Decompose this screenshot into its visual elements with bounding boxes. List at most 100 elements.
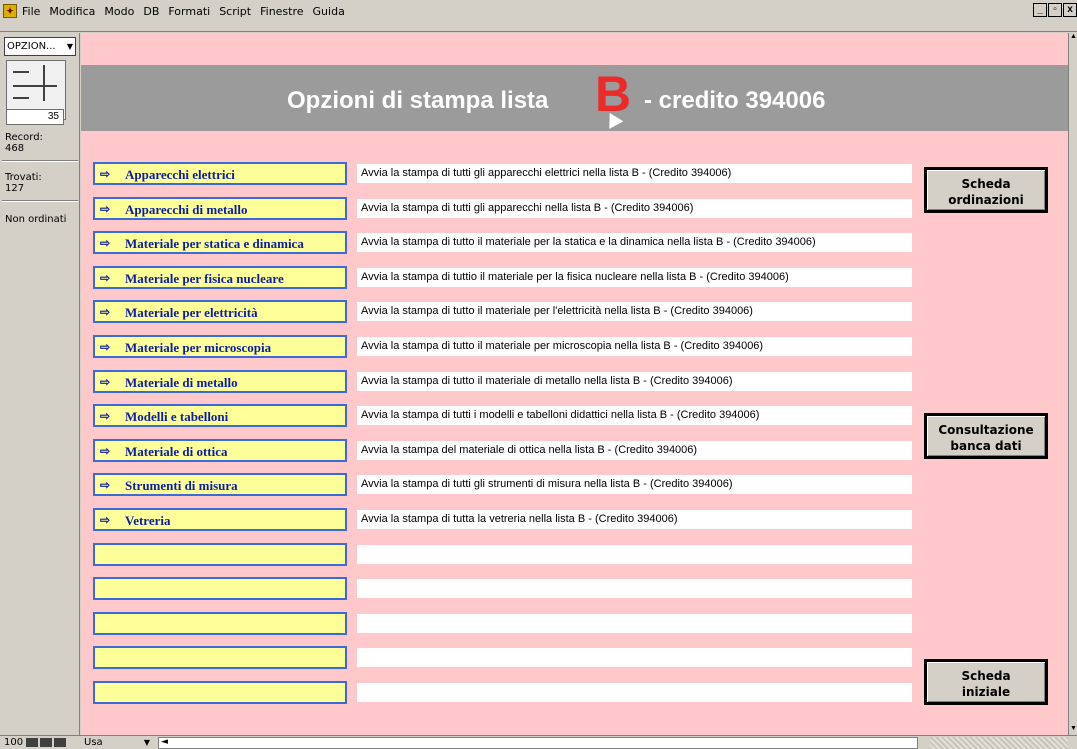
right-arrow-icon: ⇨ bbox=[100, 340, 111, 354]
option-label: Materiale per statica e dinamica bbox=[125, 236, 304, 251]
scroll-up-icon[interactable]: ▲ bbox=[1069, 33, 1077, 43]
menu-bar: ✦ File Modifica Modo DB Formati Script F… bbox=[0, 0, 1077, 32]
print-option-button[interactable]: ⇨ Materiale di metallo bbox=[93, 370, 347, 393]
minimize-button[interactable]: _ bbox=[1033, 3, 1047, 17]
option-description bbox=[357, 545, 912, 564]
option-label: Materiale per microscopia bbox=[125, 340, 272, 355]
credit-label: - credito 394006 bbox=[644, 87, 826, 114]
option-description bbox=[357, 683, 912, 702]
found-count: 127 bbox=[5, 183, 25, 194]
button-line-2: ordinazioni bbox=[948, 193, 1024, 207]
option-description: Avvia la stampa di tutti gli apparecchi … bbox=[357, 164, 912, 183]
empty-option-button[interactable] bbox=[93, 577, 347, 600]
zoom-level[interactable]: 100 bbox=[4, 737, 23, 748]
consultazione-banca-dati-button[interactable]: Consultazione banca dati bbox=[924, 413, 1048, 459]
option-description: Avvia la stampa di tutti gli apparecchi … bbox=[357, 199, 912, 218]
page-title: Opzioni di stampa lista bbox=[287, 87, 549, 114]
scroll-track bbox=[930, 737, 1068, 749]
option-description bbox=[357, 648, 912, 667]
record-count: 468 bbox=[5, 143, 25, 154]
button-line-1: Scheda bbox=[961, 177, 1011, 191]
mode-select-value: Usa bbox=[84, 737, 103, 748]
right-arrow-icon: ⇨ bbox=[100, 409, 111, 423]
print-option-button[interactable]: ⇨ Modelli e tabelloni bbox=[93, 404, 347, 427]
menu-file[interactable]: File bbox=[22, 5, 40, 18]
print-option-button[interactable]: ⇨ Materiale per fisica nucleare bbox=[93, 266, 347, 289]
button-line-1: Consultazione bbox=[938, 423, 1034, 437]
option-description: Avvia la stampa di tutti i modelli e tab… bbox=[357, 406, 912, 425]
layout-area: Opzioni di stampa lista B - credito 3940… bbox=[81, 33, 1068, 735]
layout-select[interactable]: OPZION... ▼ bbox=[4, 37, 76, 56]
right-arrow-icon: ⇨ bbox=[100, 236, 111, 250]
mode-select[interactable]: Usa ▼ bbox=[84, 737, 152, 749]
menu-modifica[interactable]: Modifica bbox=[49, 5, 95, 18]
option-label: Materiale per fisica nucleare bbox=[125, 271, 284, 286]
menu-script[interactable]: Script bbox=[219, 5, 251, 18]
option-description bbox=[357, 579, 912, 598]
close-button[interactable]: x bbox=[1063, 3, 1077, 17]
horizontal-scrollbar[interactable]: ◄ bbox=[158, 737, 918, 749]
option-label: Modelli e tabelloni bbox=[125, 409, 229, 424]
record-number-display: 35 bbox=[6, 109, 64, 125]
scroll-left-icon[interactable]: ◄ bbox=[161, 737, 168, 747]
button-line-2: iniziale bbox=[961, 685, 1011, 699]
right-arrow-icon: ⇨ bbox=[100, 478, 111, 492]
print-option-button[interactable]: ⇨ Materiale per statica e dinamica bbox=[93, 231, 347, 254]
print-option-button[interactable]: ⇨ Materiale per elettricità bbox=[93, 300, 347, 323]
menu-modo[interactable]: Modo bbox=[104, 5, 134, 18]
option-description: Avvia la stampa di tuttio il materiale p… bbox=[357, 268, 912, 287]
option-description: Avvia la stampa di tutto il materiale pe… bbox=[357, 337, 912, 356]
menu-finestre[interactable]: Finestre bbox=[260, 5, 303, 18]
menu-db[interactable]: DB bbox=[143, 5, 159, 18]
app-icon[interactable]: ✦ bbox=[3, 4, 17, 18]
option-description: Avvia la stampa di tutto il materiale di… bbox=[357, 372, 912, 391]
right-arrow-icon: ⇨ bbox=[100, 444, 111, 458]
zoom-controls bbox=[26, 738, 70, 748]
empty-option-button[interactable] bbox=[93, 543, 347, 566]
option-description: Avvia la stampa di tutto il materiale pe… bbox=[357, 233, 912, 252]
print-option-button[interactable]: ⇨ Apparecchi elettrici bbox=[93, 162, 347, 185]
option-description: Avvia la stampa di tutti gli strumenti d… bbox=[357, 475, 912, 494]
menu-formati[interactable]: Formati bbox=[168, 5, 210, 18]
layout-select-value: OPZION... bbox=[7, 41, 56, 52]
empty-option-button[interactable] bbox=[93, 612, 347, 635]
menu-list: File Modifica Modo DB Formati Script Fin… bbox=[22, 5, 345, 18]
chevron-down-icon: ▼ bbox=[66, 42, 73, 51]
print-option-button[interactable]: ⇨ Materiale per microscopia bbox=[93, 335, 347, 358]
chevron-down-icon: ▼ bbox=[143, 738, 150, 747]
empty-option-button[interactable] bbox=[93, 646, 347, 669]
right-arrow-icon: ⇨ bbox=[100, 513, 111, 527]
scheda-iniziale-button[interactable]: Scheda iniziale bbox=[924, 659, 1048, 705]
option-label: Materiale di metallo bbox=[125, 375, 238, 390]
print-option-button[interactable]: ⇨ Strumenti di misura bbox=[93, 473, 347, 496]
bottom-bar: 100 Usa ▼ ◄ bbox=[0, 735, 1077, 749]
right-arrow-icon: ⇨ bbox=[100, 375, 111, 389]
button-line-1: Scheda bbox=[961, 669, 1011, 683]
status-area-toggle-icon[interactable] bbox=[54, 738, 66, 747]
vertical-scrollbar[interactable]: ▲ ▼ bbox=[1068, 33, 1077, 735]
print-option-button[interactable]: ⇨ Materiale di ottica bbox=[93, 439, 347, 462]
option-label: Apparecchi elettrici bbox=[125, 167, 235, 182]
option-description: Avvia la stampa di tutta la vetreria nel… bbox=[357, 510, 912, 529]
scroll-down-icon[interactable]: ▼ bbox=[1069, 725, 1077, 735]
option-description: Avvia la stampa del materiale di ottica … bbox=[357, 441, 912, 460]
restore-button[interactable]: ▫ bbox=[1048, 3, 1062, 17]
zoom-out-icon[interactable] bbox=[26, 738, 38, 747]
divider bbox=[2, 160, 78, 162]
option-description: Avvia la stampa di tutto il materiale pe… bbox=[357, 302, 912, 321]
zoom-in-icon[interactable] bbox=[40, 738, 52, 747]
right-arrow-icon: ⇨ bbox=[100, 271, 111, 285]
record-label: Record: bbox=[5, 132, 43, 143]
sort-status: Non ordinati bbox=[5, 214, 67, 225]
menu-guida[interactable]: Guida bbox=[313, 5, 345, 18]
right-arrow-icon: ⇨ bbox=[100, 202, 111, 216]
scheda-ordinazioni-button[interactable]: Scheda ordinazioni bbox=[924, 167, 1048, 213]
button-line-2: banca dati bbox=[950, 439, 1022, 453]
print-option-button[interactable]: ⇨ Vetreria bbox=[93, 508, 347, 531]
window-controls: _ ▫ x bbox=[1033, 3, 1077, 17]
empty-option-button[interactable] bbox=[93, 681, 347, 704]
divider bbox=[2, 200, 78, 202]
print-option-button[interactable]: ⇨ Apparecchi di metallo bbox=[93, 197, 347, 220]
status-pane: OPZION... ▼ 35 Record: 468 Trovati: 127 … bbox=[0, 33, 80, 735]
option-label: Strumenti di misura bbox=[125, 478, 238, 493]
